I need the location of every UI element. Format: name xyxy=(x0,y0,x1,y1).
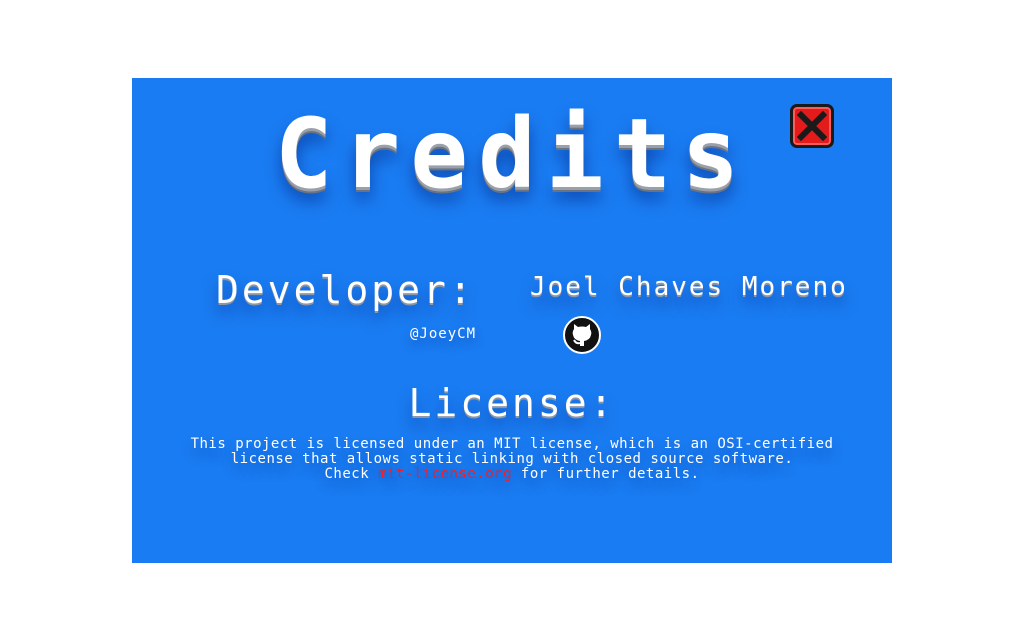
license-label: License: xyxy=(408,381,616,425)
close-button[interactable] xyxy=(790,104,834,148)
license-line-2: license that allows static linking with … xyxy=(230,451,794,467)
close-icon xyxy=(797,111,827,141)
github-icon xyxy=(563,316,601,354)
developer-name: Joel Chaves Moreno xyxy=(530,272,848,302)
developer-label: Developer: xyxy=(216,268,475,312)
credits-dialog: Credits Developer: Joel Chaves Moreno @J… xyxy=(132,78,892,563)
license-check-suffix: for further details. xyxy=(512,466,700,482)
github-link[interactable] xyxy=(562,315,602,355)
license-line-1: This project is licensed under an MIT li… xyxy=(190,436,834,452)
license-line-3: Check mit-license.org for further detail… xyxy=(132,467,892,482)
license-check-prefix: Check xyxy=(324,466,379,482)
developer-handle-link[interactable]: @JoeyCM xyxy=(410,326,476,342)
mit-license-link[interactable]: mit-license.org xyxy=(378,466,512,482)
license-description: This project is licensed under an MIT li… xyxy=(132,437,892,482)
dialog-title: Credits xyxy=(274,98,750,210)
